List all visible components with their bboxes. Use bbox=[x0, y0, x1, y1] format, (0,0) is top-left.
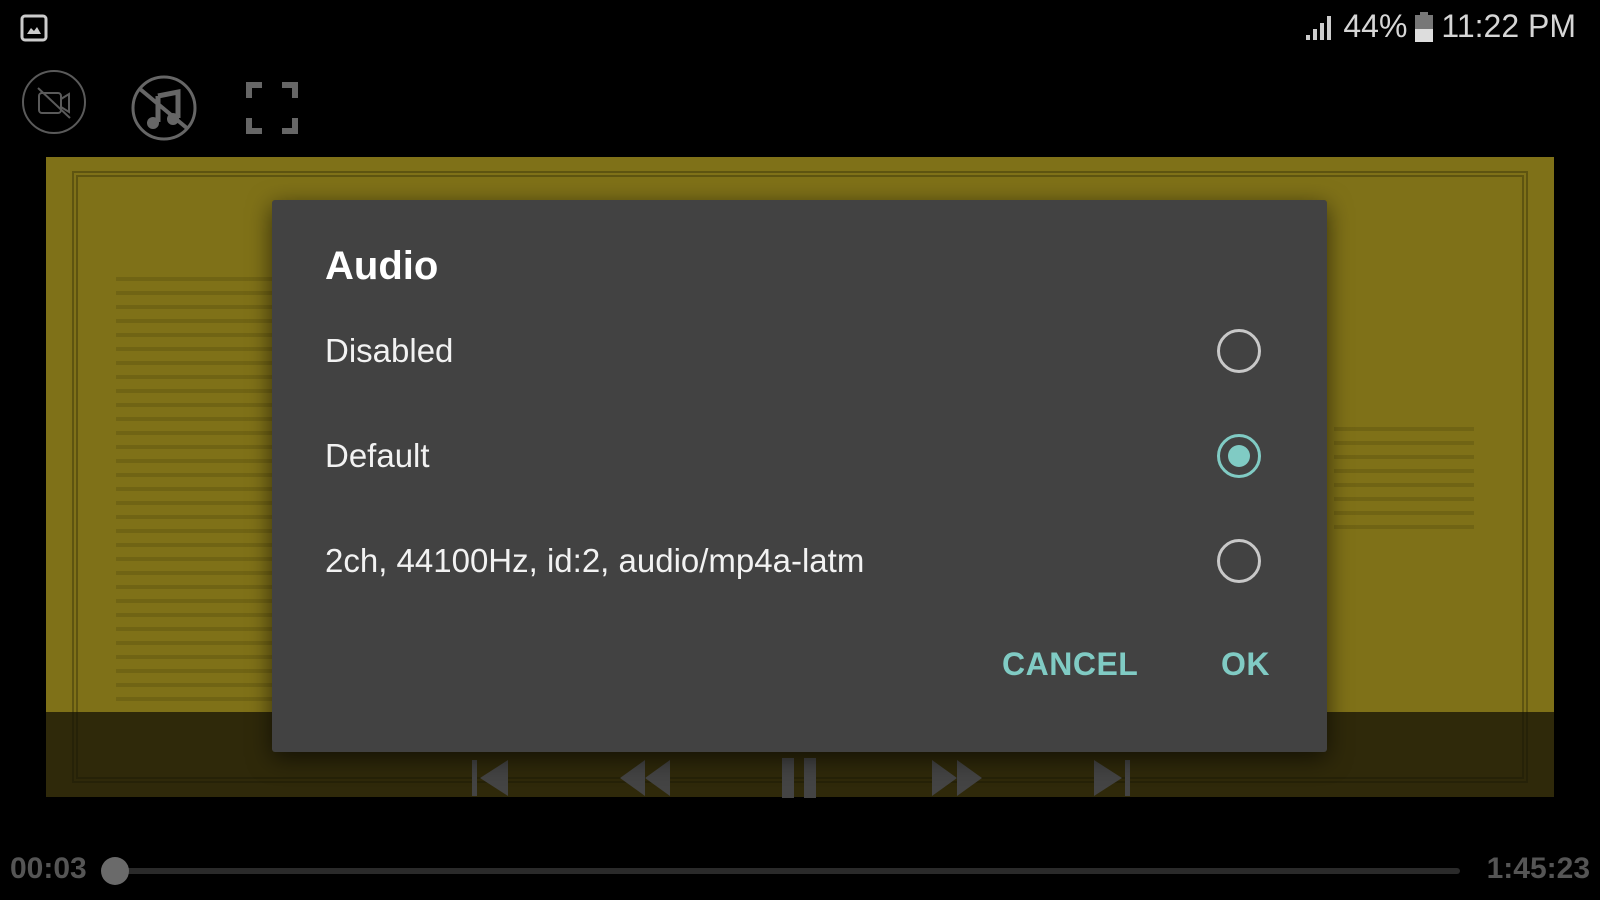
certificate-text-right bbox=[1334, 417, 1474, 537]
option-track-2[interactable]: 2ch, 44100Hz, id:2, audio/mp4a-latm bbox=[272, 511, 1327, 611]
status-bar: 44% 11:22 PM bbox=[0, 0, 1600, 56]
radio-button[interactable] bbox=[1217, 539, 1261, 583]
cancel-button[interactable]: CANCEL bbox=[1002, 646, 1138, 683]
certificate-text-left bbox=[116, 267, 276, 707]
battery-percent: 44% bbox=[1343, 8, 1408, 44]
skip-next-icon[interactable] bbox=[1090, 756, 1134, 800]
audio-track-dialog: Audio Disabled Default 2ch, 44100Hz, id:… bbox=[272, 200, 1327, 752]
rewind-icon[interactable] bbox=[618, 756, 672, 800]
option-label: Disabled bbox=[325, 332, 454, 369]
battery-icon bbox=[1415, 11, 1434, 42]
dialog-title: Audio bbox=[325, 244, 439, 288]
image-icon bbox=[20, 14, 48, 42]
music-off-icon[interactable] bbox=[130, 74, 198, 142]
clock: 11:22 PM bbox=[1441, 8, 1576, 44]
option-default[interactable]: Default bbox=[272, 406, 1327, 506]
skip-previous-icon[interactable] bbox=[468, 756, 512, 800]
fullscreen-icon[interactable] bbox=[246, 82, 298, 134]
elapsed-time: 00:03 bbox=[10, 852, 87, 885]
option-label: Default bbox=[325, 437, 430, 474]
radio-button[interactable] bbox=[1217, 329, 1261, 373]
video-off-icon[interactable] bbox=[20, 68, 88, 136]
ok-button[interactable]: OK bbox=[1221, 646, 1270, 683]
fast-forward-icon[interactable] bbox=[930, 756, 984, 800]
duration: 1:45:23 bbox=[1486, 852, 1590, 885]
seek-thumb[interactable] bbox=[100, 857, 129, 885]
option-disabled[interactable]: Disabled bbox=[272, 301, 1327, 401]
seek-bar[interactable] bbox=[114, 868, 1460, 874]
option-label: 2ch, 44100Hz, id:2, audio/mp4a-latm bbox=[325, 542, 865, 579]
radio-button-selected[interactable] bbox=[1217, 434, 1261, 478]
pause-icon[interactable] bbox=[778, 756, 822, 800]
signal-icon bbox=[1306, 15, 1332, 40]
